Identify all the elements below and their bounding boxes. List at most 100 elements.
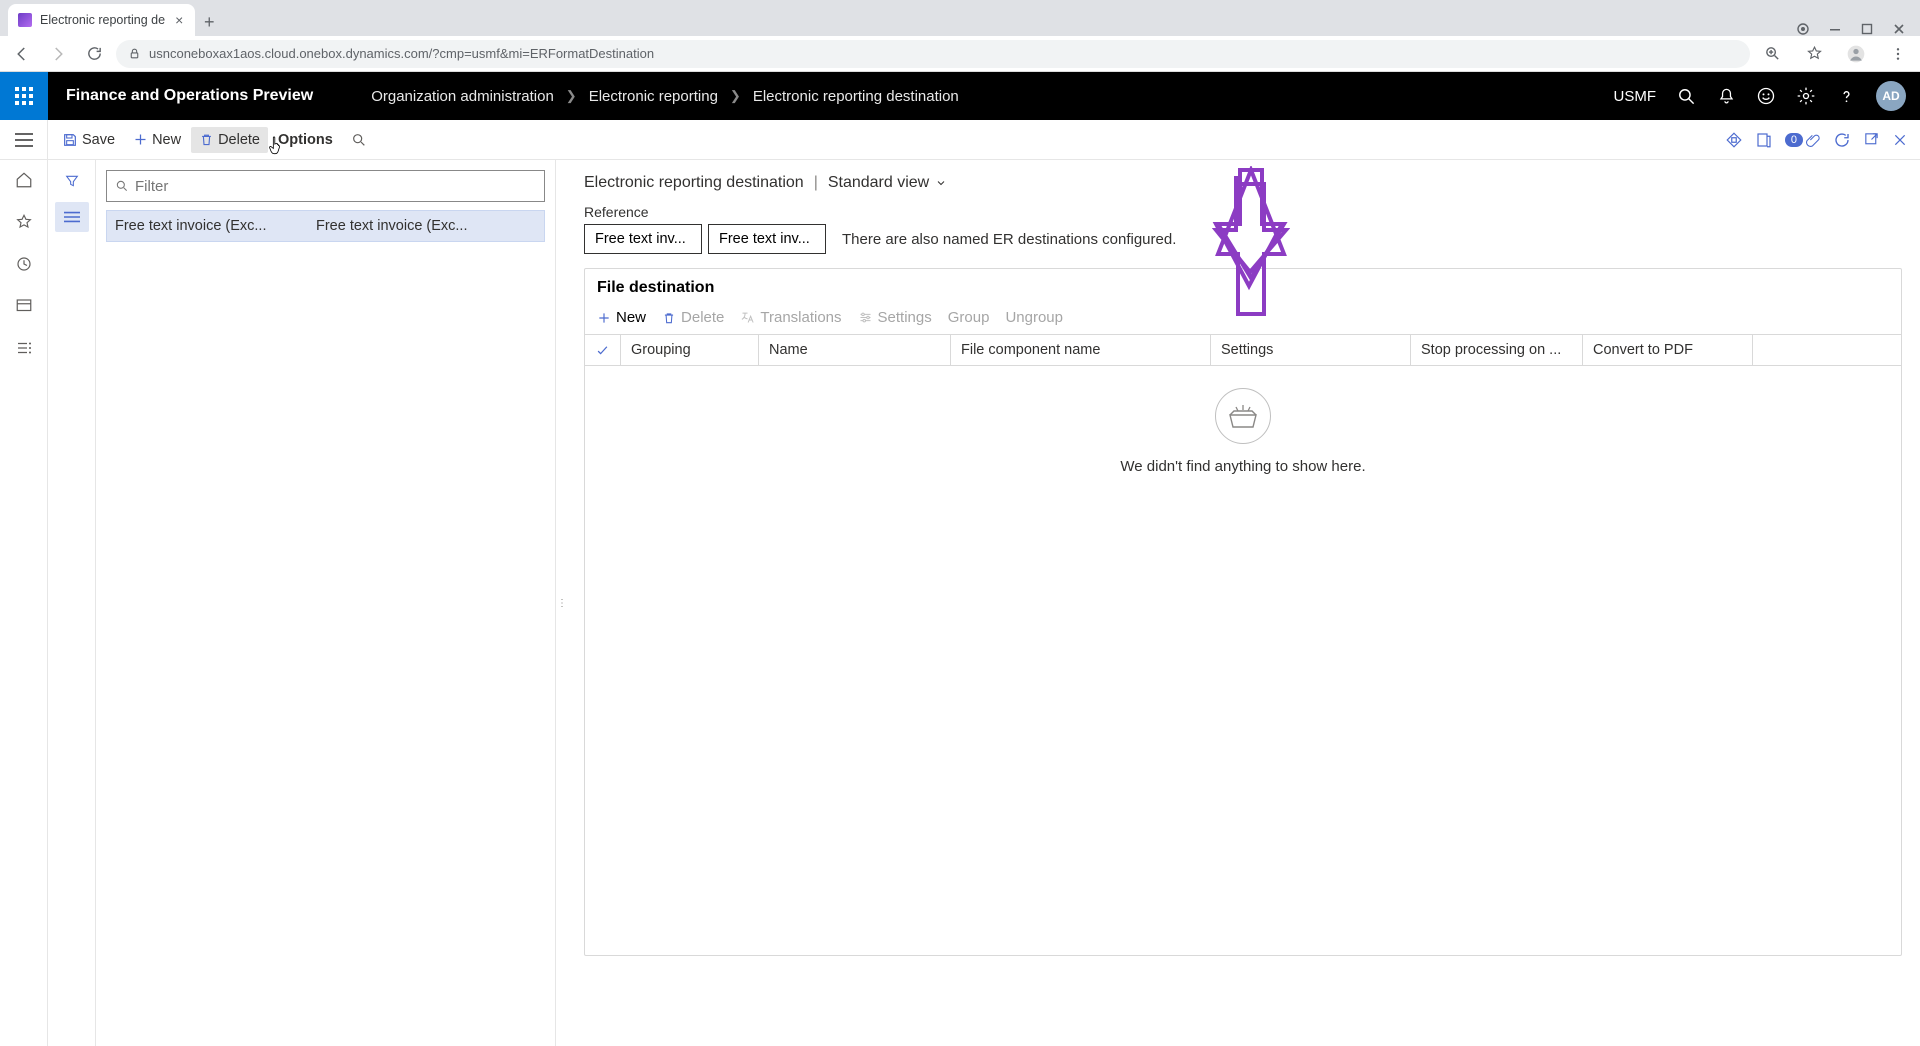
window-close-icon[interactable] bbox=[1892, 22, 1906, 36]
avatar[interactable]: AD bbox=[1876, 81, 1906, 111]
feedback-icon[interactable] bbox=[1756, 86, 1776, 106]
options-button[interactable]: Options bbox=[270, 127, 341, 153]
window-controls bbox=[1796, 22, 1920, 36]
filter-input[interactable]: Filter bbox=[106, 170, 545, 202]
new-tab-button[interactable]: + bbox=[195, 8, 223, 36]
window-maximize-icon[interactable] bbox=[1860, 22, 1874, 36]
grid-settings-button[interactable]: Settings bbox=[858, 309, 932, 326]
grid-col-grouping[interactable]: Grouping bbox=[621, 335, 759, 365]
grid-select-all[interactable] bbox=[585, 335, 621, 365]
filter-placeholder: Filter bbox=[135, 178, 168, 195]
account-dot-icon[interactable] bbox=[1796, 22, 1810, 36]
chevron-right-icon: ❯ bbox=[730, 88, 741, 104]
workspaces-icon[interactable] bbox=[14, 296, 34, 316]
list-pane: Filter Free text invoice (Exc... Free te… bbox=[96, 160, 556, 1046]
funnel-icon bbox=[64, 173, 80, 189]
profile-icon[interactable] bbox=[1842, 40, 1870, 68]
translate-icon bbox=[740, 310, 755, 325]
grid-translations-button[interactable]: Translations bbox=[740, 309, 841, 326]
reference-row: Free text inv... Free text inv... There … bbox=[584, 224, 1902, 254]
trash-icon bbox=[662, 311, 676, 325]
recent-icon[interactable] bbox=[14, 254, 34, 274]
breadcrumb-item[interactable]: Organization administration bbox=[371, 88, 554, 105]
list-lines-icon bbox=[64, 210, 80, 224]
trash-icon bbox=[199, 132, 214, 147]
search-icon bbox=[351, 132, 367, 148]
refresh-icon[interactable] bbox=[1833, 131, 1851, 149]
address-row: usnconeboxax1aos.cloud.onebox.dynamics.c… bbox=[0, 36, 1920, 72]
search-icon bbox=[115, 179, 129, 193]
search-icon[interactable] bbox=[1676, 86, 1696, 106]
address-bar[interactable]: usnconeboxax1aos.cloud.onebox.dynamics.c… bbox=[116, 40, 1750, 68]
paperclip-icon bbox=[1805, 132, 1821, 148]
filter-toggle-button[interactable] bbox=[55, 166, 89, 196]
grid-header: Grouping Name File component name Settin… bbox=[585, 334, 1901, 366]
save-icon bbox=[62, 132, 78, 148]
browser-chrome: Electronic reporting de × + bbox=[0, 0, 1920, 72]
browser-reload-button[interactable] bbox=[80, 40, 108, 68]
grid-delete-button[interactable]: Delete bbox=[662, 309, 724, 326]
popout-icon[interactable] bbox=[1863, 131, 1880, 148]
save-label: Save bbox=[82, 132, 115, 148]
notifications-icon[interactable] bbox=[1716, 86, 1736, 106]
delete-button[interactable]: Delete bbox=[191, 127, 268, 153]
home-icon[interactable] bbox=[14, 170, 34, 190]
close-form-icon[interactable] bbox=[1892, 132, 1908, 148]
reference-field-2[interactable]: Free text inv... bbox=[708, 224, 826, 254]
gear-icon[interactable] bbox=[1796, 86, 1816, 106]
attachments-button[interactable]: 0 bbox=[1785, 132, 1821, 148]
grid-col-convert[interactable]: Convert to PDF bbox=[1583, 335, 1753, 365]
attachment-count: 0 bbox=[1785, 133, 1803, 147]
splitter-handle[interactable]: ⋮ bbox=[556, 160, 566, 1046]
browser-forward-button[interactable] bbox=[44, 40, 72, 68]
browser-back-button[interactable] bbox=[8, 40, 36, 68]
kebab-menu-icon[interactable] bbox=[1884, 40, 1912, 68]
open-in-office-icon[interactable] bbox=[1755, 131, 1773, 149]
breadcrumb-item[interactable]: Electronic reporting destination bbox=[753, 88, 959, 105]
save-button[interactable]: Save bbox=[54, 127, 123, 153]
tab-close-icon[interactable]: × bbox=[173, 12, 185, 28]
grid-settings-label: Settings bbox=[878, 309, 932, 326]
lock-icon bbox=[128, 47, 141, 60]
delete-label: Delete bbox=[218, 132, 260, 148]
zoom-icon[interactable] bbox=[1758, 40, 1786, 68]
nav-toggle-button[interactable] bbox=[0, 120, 48, 160]
breadcrumb-item[interactable]: Electronic reporting bbox=[589, 88, 718, 105]
modules-icon[interactable] bbox=[14, 338, 34, 358]
grid-col-settings[interactable]: Settings bbox=[1211, 335, 1411, 365]
browser-tab[interactable]: Electronic reporting de × bbox=[8, 4, 195, 36]
action-search-button[interactable] bbox=[343, 128, 375, 152]
new-button[interactable]: New bbox=[125, 127, 189, 153]
help-icon[interactable] bbox=[1836, 86, 1856, 106]
reference-field-1[interactable]: Free text inv... bbox=[584, 224, 702, 254]
header-tools: USMF AD bbox=[1614, 81, 1920, 111]
separator: | bbox=[814, 174, 818, 192]
grid-ungroup-button[interactable]: Ungroup bbox=[1005, 309, 1063, 326]
list-item[interactable]: Free text invoice (Exc... Free text invo… bbox=[106, 210, 545, 242]
grid-new-button[interactable]: New bbox=[597, 309, 646, 326]
list-item-col1: Free text invoice (Exc... bbox=[115, 218, 300, 234]
app-launcher-button[interactable] bbox=[0, 72, 48, 120]
company-picker[interactable]: USMF bbox=[1614, 88, 1657, 105]
favicon-icon bbox=[18, 13, 32, 27]
grid-col-file-component[interactable]: File component name bbox=[951, 335, 1211, 365]
empty-text: We didn't find anything to show here. bbox=[1120, 458, 1365, 475]
chevron-right-icon: ❯ bbox=[566, 88, 577, 104]
view-picker[interactable]: Standard view bbox=[828, 174, 947, 192]
grid-group-button[interactable]: Group bbox=[948, 309, 990, 326]
check-icon bbox=[595, 343, 610, 358]
favorites-icon[interactable] bbox=[14, 212, 34, 232]
grid-col-stop[interactable]: Stop processing on ... bbox=[1411, 335, 1583, 365]
bookmark-icon[interactable] bbox=[1800, 40, 1828, 68]
grid-delete-label: Delete bbox=[681, 309, 724, 326]
sliders-icon bbox=[858, 310, 873, 325]
product-name: Finance and Operations Preview bbox=[48, 87, 331, 105]
window-minimize-icon[interactable] bbox=[1828, 22, 1842, 36]
related-icon[interactable] bbox=[1725, 131, 1743, 149]
grid-empty-state: We didn't find anything to show here. bbox=[585, 366, 1901, 955]
grid-col-name[interactable]: Name bbox=[759, 335, 951, 365]
tab-title: Electronic reporting de bbox=[40, 13, 165, 27]
list-toggle-button[interactable] bbox=[55, 202, 89, 232]
view-name-label: Standard view bbox=[828, 174, 929, 192]
page-title: Electronic reporting destination bbox=[584, 174, 804, 192]
